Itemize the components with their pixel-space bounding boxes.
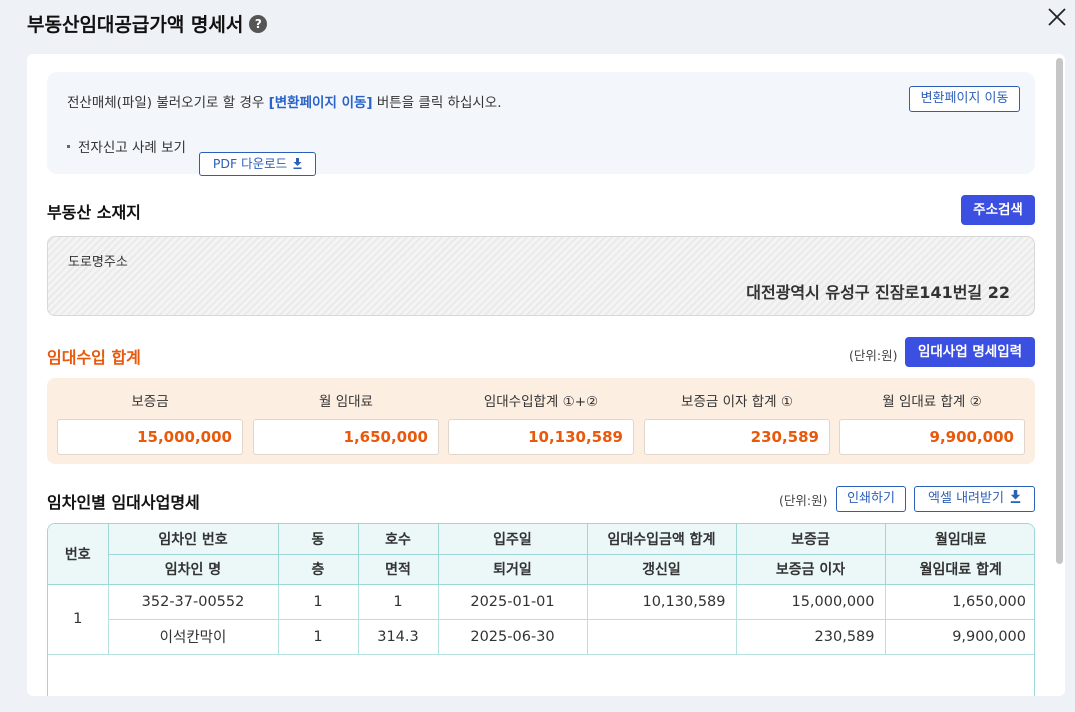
- monthly-rent: 1,650,000: [885, 584, 1034, 620]
- notice-text: 전산매체(파일) 불러오기로 할 경우 [변환페이지 이동] 버튼을 클릭 하십…: [67, 91, 502, 111]
- col-header-income-total: 임대수입금액 합계: [587, 524, 737, 555]
- income-total-field: 임대수입합계 ①+② 10,130,589: [448, 378, 634, 464]
- excel-download-label: 엑셀 내려받기: [928, 491, 1004, 506]
- col-header-area: 면적: [358, 554, 439, 585]
- col-header-renewal: 갱신일: [587, 554, 737, 585]
- col-header-monthly-rent: 월임대료: [885, 524, 1034, 555]
- floor: 1: [278, 619, 359, 655]
- col-header-move-out: 퇴거일: [438, 554, 588, 585]
- rental-detail-button[interactable]: 임대사업 명세입력: [905, 337, 1035, 367]
- modal-header: 부동산임대공급가액 명세서?: [0, 0, 1075, 46]
- move-out-date: 2025-06-30: [438, 619, 588, 655]
- table-header-row: 번호 임차인 번호 동 호수 입주일 임대수입금액 합계 보증금 월임대료: [48, 524, 1034, 585]
- convert-page-button[interactable]: 변환페이지 이동: [909, 86, 1020, 112]
- income-total-label: 임대수입합계 ①+②: [483, 394, 599, 410]
- income-total: 10,130,589: [587, 584, 737, 620]
- monthly-rent-label: 월 임대료: [319, 394, 373, 410]
- pdf-download-button[interactable]: PDF 다운로드: [199, 152, 316, 176]
- deposit-interest-field: 보증금 이자 합계 ① 230,589: [644, 378, 830, 464]
- col-header-unit: 호수: [358, 524, 439, 555]
- deposit-interest-label: 보증금 이자 합계 ①: [681, 394, 793, 410]
- bullet-icon: [67, 144, 70, 148]
- notice-text-highlight: [변환페이지 이동]: [268, 95, 373, 111]
- tenants-title: 임차인별 임대사업명세: [47, 493, 200, 512]
- pdf-download-label: PDF 다운로드: [212, 156, 288, 171]
- deposit-value[interactable]: 15,000,000: [57, 419, 243, 455]
- print-button[interactable]: 인쇄하기: [836, 486, 906, 512]
- deposit-field: 보증금 15,000,000: [57, 378, 243, 464]
- notice-box: 전산매체(파일) 불러오기로 할 경우 [변환페이지 이동] 버튼을 클릭 하십…: [47, 72, 1035, 176]
- col-header-tenant-no: 임차인 번호: [108, 524, 279, 555]
- col-header-deposit-interest: 보증금 이자: [736, 554, 886, 585]
- monthly-rent-total-field: 월 임대료 합계 ② 9,900,000: [839, 378, 1025, 464]
- location-title: 부동산 소재지: [47, 203, 141, 222]
- building: 1: [278, 584, 359, 620]
- income-total-value[interactable]: 10,130,589: [448, 419, 634, 455]
- tenant-table: 번호 임차인 번호 동 호수 입주일 임대수입금액 합계 보증금 월임대료 임차…: [47, 523, 1035, 696]
- content-panel: 전산매체(파일) 불러오기로 할 경우 [변환페이지 이동] 버튼을 클릭 하십…: [27, 54, 1065, 696]
- col-header-no: 번호: [48, 524, 109, 585]
- example-label: 전자신고 사례 보기: [78, 140, 186, 156]
- download-icon: [293, 158, 302, 169]
- notice-text-suffix: 버튼을 클릭 하십시오.: [372, 95, 502, 111]
- notice-text-prefix: 전산매체(파일) 불러오기로 할 경우: [67, 95, 269, 111]
- monthly-rent-total-value[interactable]: 9,900,000: [839, 419, 1025, 455]
- road-address-value: 대전광역시 유성구 진잠로141번길 22: [746, 283, 1010, 302]
- deposit-label: 보증금: [131, 394, 169, 410]
- col-header-tenant-name: 임차인 명: [108, 554, 279, 585]
- modal-title: 부동산임대공급가액 명세서?: [27, 10, 268, 37]
- col-header-deposit: 보증금: [736, 524, 886, 555]
- tenant-number: 352-37-00552: [108, 584, 279, 620]
- tenants-unit: (단위:원): [779, 493, 828, 508]
- table-row[interactable]: 이석칸막이 1 314.3 2025-06-30 230,589 9,900,0…: [48, 619, 1034, 655]
- deposit: 15,000,000: [736, 584, 886, 620]
- help-icon[interactable]: ?: [249, 14, 268, 33]
- deposit-interest: 230,589: [736, 619, 886, 655]
- monthly-rent-field: 월 임대료 1,650,000: [253, 378, 439, 464]
- excel-download-button[interactable]: 엑셀 내려받기: [914, 486, 1035, 512]
- deposit-interest-value[interactable]: 230,589: [644, 419, 830, 455]
- col-header-floor: 층: [278, 554, 359, 585]
- road-address-label: 도로명주소: [68, 255, 128, 270]
- row-number: 1: [48, 584, 109, 655]
- income-summary: 보증금 15,000,000 월 임대료 1,650,000 임대수입합계 ①+…: [47, 378, 1035, 464]
- address-search-button[interactable]: 주소검색: [961, 195, 1035, 225]
- tenant-name: 이석칸막이: [108, 619, 279, 655]
- example-row: 전자신고 사례 보기: [67, 136, 186, 156]
- table-row[interactable]: 1 352-37-00552 1 1 2025-01-01 10,130,589…: [48, 584, 1034, 655]
- close-icon[interactable]: [1044, 4, 1070, 30]
- income-unit: (단위:원): [849, 348, 898, 363]
- move-in-date: 2025-01-01: [438, 584, 588, 620]
- income-title: 임대수입 합계: [47, 348, 141, 367]
- col-header-monthly-rent-total: 월임대료 합계: [885, 554, 1034, 585]
- renewal-date: [587, 619, 737, 655]
- download-icon: [1010, 490, 1021, 503]
- table-header-row: 임차인 명 층 면적 퇴거일 갱신일 보증금 이자 월임대료 합계: [48, 554, 1034, 585]
- address-box: 도로명주소 대전광역시 유성구 진잠로141번길 22: [47, 236, 1035, 316]
- scrollbar-thumb[interactable]: [1056, 58, 1063, 564]
- page-title: 부동산임대공급가액 명세서: [27, 14, 244, 36]
- monthly-rent-total: 9,900,000: [885, 619, 1034, 655]
- col-header-move-in: 입주일: [438, 524, 588, 555]
- unit-number: 1: [358, 584, 439, 620]
- monthly-rent-value[interactable]: 1,650,000: [253, 419, 439, 455]
- area: 314.3: [358, 619, 439, 655]
- monthly-rent-total-label: 월 임대료 합계 ②: [882, 394, 982, 410]
- col-header-building: 동: [278, 524, 359, 555]
